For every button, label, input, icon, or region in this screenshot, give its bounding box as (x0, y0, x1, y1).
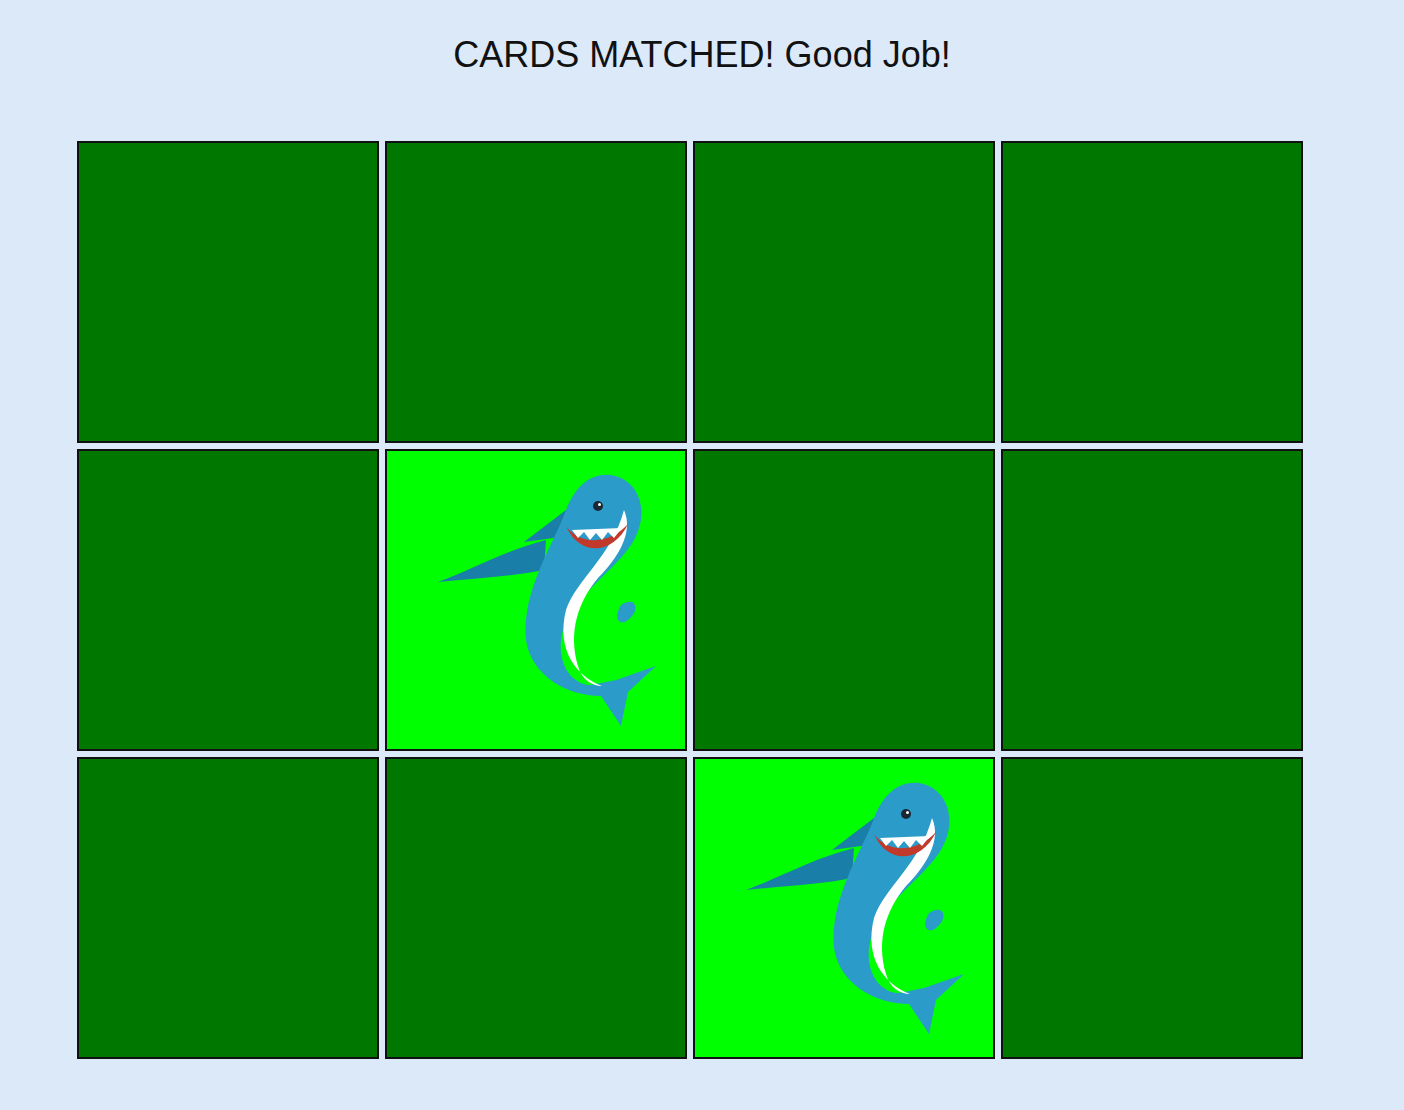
card[interactable] (1001, 449, 1303, 751)
card[interactable] (693, 757, 995, 1059)
shark-icon (416, 470, 656, 730)
card-grid (0, 141, 1404, 1059)
card[interactable] (385, 449, 687, 751)
card[interactable] (1001, 141, 1303, 443)
card[interactable] (385, 757, 687, 1059)
card[interactable] (693, 449, 995, 751)
game-window: CARDS MATCHED! Good Job! (0, 0, 1404, 1110)
card[interactable] (77, 757, 379, 1059)
shark-icon (724, 778, 964, 1038)
card[interactable] (1001, 757, 1303, 1059)
card[interactable] (385, 141, 687, 443)
status-header: CARDS MATCHED! Good Job! (0, 0, 1404, 141)
card[interactable] (77, 449, 379, 751)
status-message: CARDS MATCHED! Good Job! (453, 30, 950, 80)
card[interactable] (77, 141, 379, 443)
card[interactable] (693, 141, 995, 443)
